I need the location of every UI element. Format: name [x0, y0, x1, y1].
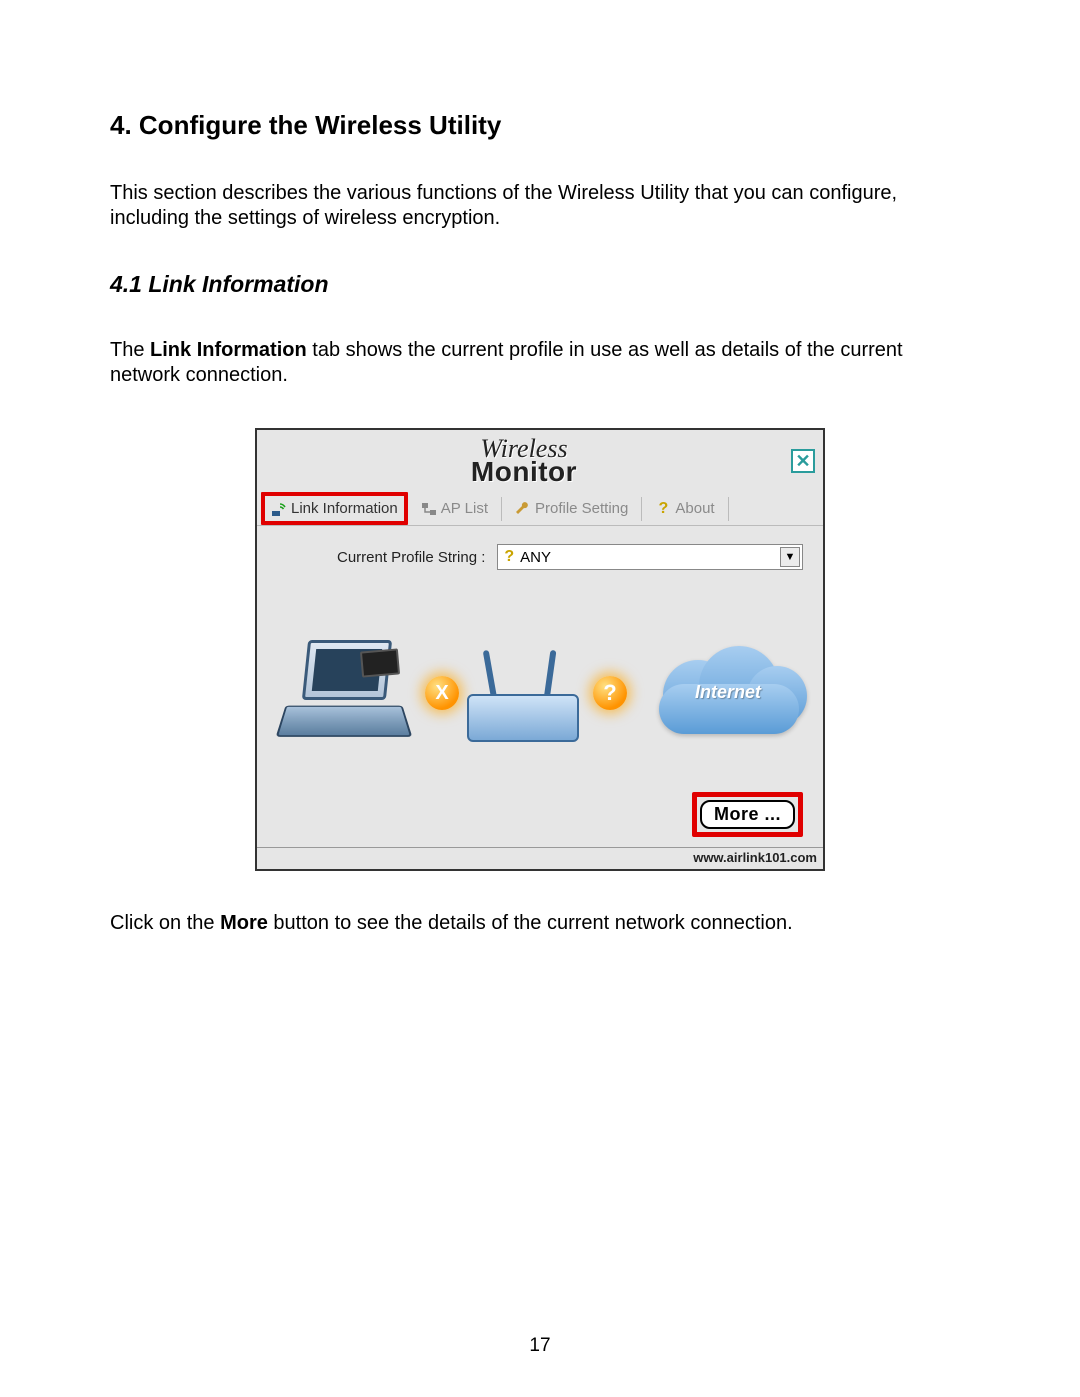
after-paragraph: Click on the More button to see the deta…: [110, 911, 970, 936]
signal-icon: [271, 501, 287, 517]
text-prefix: The: [110, 339, 150, 361]
tab-label: Link Information: [291, 500, 398, 517]
subsection-paragraph: The Link Information tab shows the curre…: [110, 338, 970, 388]
tab-ap-list[interactable]: AP List: [414, 495, 495, 522]
tab-label: Profile Setting: [535, 500, 628, 517]
question-icon: ?: [504, 548, 514, 566]
highlight-box: More ...: [692, 792, 803, 837]
wireless-monitor-window: Wireless Monitor ✕ Link Information: [255, 428, 825, 871]
intro-paragraph: This section describes the various funct…: [110, 181, 970, 231]
app-logo: Wireless Monitor: [257, 436, 791, 486]
question-icon: ?: [655, 501, 671, 517]
more-button[interactable]: More ...: [700, 800, 795, 829]
divider: [728, 497, 729, 521]
status-x-icon: X: [425, 676, 459, 710]
text-bold: Link Information: [150, 339, 307, 361]
profile-value: ANY: [520, 549, 551, 566]
footer-url: www.airlink101.com: [257, 847, 823, 869]
more-row: More ...: [257, 780, 823, 847]
chevron-down-icon: ▼: [780, 547, 800, 567]
profile-label: Current Profile String :: [337, 549, 485, 566]
router-icon: [467, 650, 587, 750]
profile-row: Current Profile String : ? ANY ▼: [257, 526, 823, 580]
text-suffix: button to see the details of the current…: [268, 912, 793, 934]
text-prefix: Click on the: [110, 912, 220, 934]
wrench-icon: [515, 501, 531, 517]
tab-label: AP List: [441, 500, 488, 517]
laptop-icon: [281, 644, 421, 744]
tab-label: About: [675, 500, 714, 517]
subsection-heading: 4.1 Link Information: [110, 271, 970, 298]
network-icon: [421, 501, 437, 517]
tab-profile-setting[interactable]: Profile Setting: [508, 495, 635, 522]
logo-line2: Monitor: [471, 456, 577, 487]
tab-link-information[interactable]: Link Information: [261, 492, 408, 525]
page-number: 17: [0, 1335, 1080, 1357]
tab-about[interactable]: ? About: [648, 495, 721, 522]
text-bold: More: [220, 912, 268, 934]
profile-select[interactable]: ? ANY ▼: [497, 544, 803, 570]
status-question-icon: ?: [593, 676, 627, 710]
divider: [501, 497, 502, 521]
cloud-label: Internet: [653, 682, 803, 703]
internet-cloud-icon: Internet: [653, 640, 803, 740]
connection-diagram: X ? Internet: [267, 600, 813, 780]
close-button[interactable]: ✕: [791, 449, 815, 473]
title-bar: Wireless Monitor ✕: [257, 430, 823, 492]
section-heading: 4. Configure the Wireless Utility: [110, 110, 970, 141]
divider: [641, 497, 642, 521]
tab-bar: Link Information AP List Profile Setting: [257, 492, 823, 526]
